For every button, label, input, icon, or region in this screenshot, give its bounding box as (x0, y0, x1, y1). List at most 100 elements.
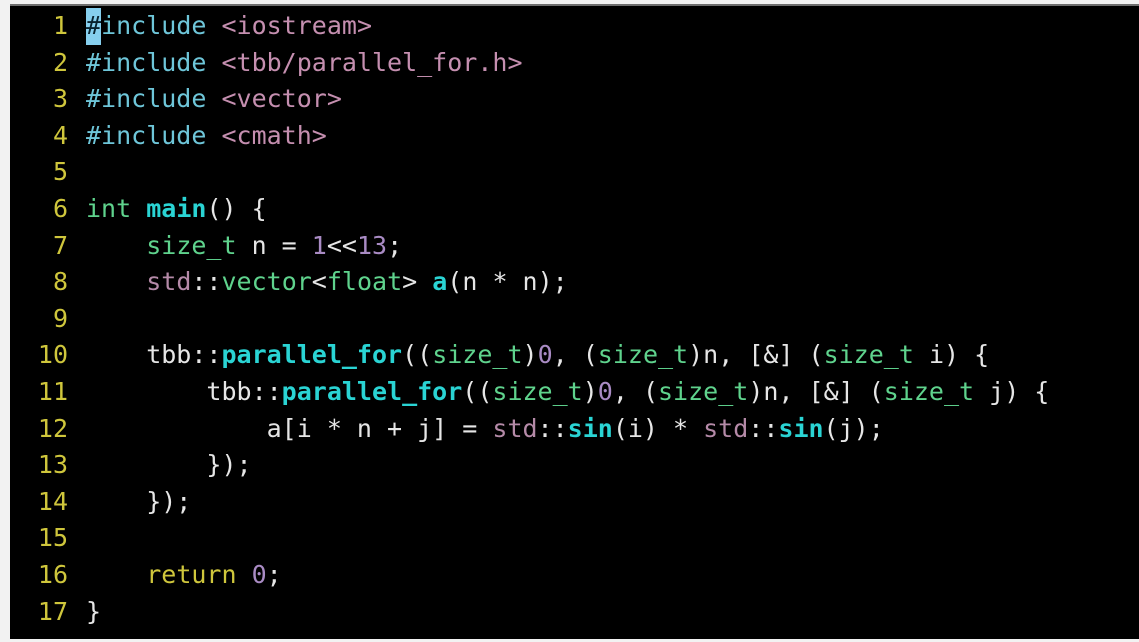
line-number: 14 (37, 486, 68, 516)
code-line[interactable]: 16 return 0; (10, 557, 1139, 594)
code-token: parallel_for (221, 340, 403, 370)
code-line-text[interactable]: #include <cmath> (68, 118, 327, 155)
line-number: 5 (52, 157, 68, 187)
code-token: include (101, 11, 222, 40)
code-line[interactable]: 14 }); (10, 484, 1139, 521)
code-line[interactable]: 17} (10, 594, 1139, 631)
code-token: )n, [&] ( (748, 376, 884, 406)
code-line-text[interactable]: std::vector<float> a(n * n); (68, 264, 568, 301)
code-line[interactable]: 5 (10, 154, 1139, 191)
code-line[interactable]: 12 a[i * n + j] = std::sin(i) * std::sin… (10, 411, 1139, 448)
code-line[interactable]: 13 }); (10, 447, 1139, 484)
code-line[interactable]: 11 tbb::parallel_for((size_t)0, (size_t)… (10, 374, 1139, 411)
code-line[interactable]: 7 size_t n = 1<<13; (10, 228, 1139, 265)
code-token: )n, [&] ( (688, 340, 824, 370)
code-token: <tbb/parallel_for.h> (221, 47, 523, 77)
code-line-text[interactable]: #include <tbb/parallel_for.h> (68, 45, 523, 82)
line-number: 6 (52, 193, 68, 223)
code-content[interactable]: 1 #include <iostream> 2 #include <tbb/paral… (10, 6, 1139, 630)
code-token: << (326, 230, 357, 260)
line-number: 3 (52, 84, 68, 114)
code-line-text[interactable]: size_t n = 1<<13; (68, 228, 402, 265)
code-line-text[interactable]: } (68, 594, 101, 631)
code-line-text[interactable]: tbb::parallel_for((size_t)0, (size_t)n, … (68, 374, 1049, 411)
code-token: () { (206, 193, 267, 223)
code-token: }); (86, 486, 192, 516)
code-token: (n * n); (447, 267, 568, 297)
code-token: sin (778, 413, 824, 443)
code-token: main (146, 193, 207, 223)
code-token: ; (266, 559, 282, 589)
line-number: 1 (52, 11, 68, 40)
code-token: <iostream> (221, 11, 372, 40)
line-number: 17 (37, 596, 68, 626)
code-line-text[interactable]: return 0; (68, 557, 282, 594)
code-token: } (86, 596, 102, 626)
code-line[interactable]: 15 (10, 520, 1139, 557)
code-line-text[interactable]: #include <vector> (68, 81, 342, 118)
code-token: , ( (552, 340, 598, 370)
code-token: return (146, 559, 237, 589)
code-token: 13 (356, 230, 388, 260)
code-token: (i) * (612, 413, 704, 443)
code-line[interactable]: 3 #include <vector> (10, 81, 1139, 118)
code-token: a (432, 267, 448, 297)
code-token: > (402, 267, 433, 297)
code-token: 0 (537, 340, 553, 370)
code-token: parallel_for (281, 376, 463, 406)
code-line-text[interactable]: #include <iostream> (68, 8, 372, 45)
code-token: j) { (974, 376, 1050, 406)
code-token: i) { (913, 340, 990, 370)
code-token: }); (86, 450, 252, 480)
code-line-text[interactable]: }); (68, 484, 191, 521)
line-number: 8 (52, 267, 68, 297)
code-token: < (311, 267, 327, 297)
code-token: #include (86, 47, 222, 77)
code-line[interactable]: 4 #include <cmath> (10, 118, 1139, 155)
line-number: 11 (37, 376, 68, 406)
code-token: :: (748, 413, 779, 443)
code-token: <cmath> (221, 120, 327, 150)
code-token: tbb:: (86, 376, 282, 406)
code-token: n = (236, 230, 312, 260)
code-token: , ( (612, 376, 658, 406)
code-token: ) (582, 376, 598, 406)
code-token: std (146, 267, 192, 297)
code-line-text[interactable]: a[i * n + j] = std::sin(i) * std::sin(j)… (68, 411, 884, 448)
code-token: size_t (823, 340, 914, 370)
line-number: 12 (37, 413, 68, 443)
code-line-text[interactable]: }); (68, 447, 252, 484)
code-line-text[interactable]: int main() { (68, 191, 267, 228)
line-number: 2 (52, 47, 68, 77)
code-token: ; (387, 230, 403, 260)
code-token: size_t (883, 376, 975, 406)
code-line[interactable]: 10 tbb::parallel_for((size_t)0, (size_t)… (10, 337, 1139, 374)
code-token: (( (462, 376, 493, 406)
code-editor-surface[interactable]: 1 #include <iostream> 2 #include <tbb/paral… (10, 4, 1139, 639)
code-line[interactable]: 8 std::vector<float> a(n * n); (10, 264, 1139, 301)
code-line[interactable]: 1 #include <iostream> (10, 8, 1139, 45)
code-token: 0 (251, 559, 267, 589)
line-number: 16 (37, 559, 68, 589)
code-line[interactable]: 6 int main() { (10, 191, 1139, 228)
code-token: std (703, 413, 749, 443)
line-number: 10 (37, 340, 68, 370)
code-line-text[interactable]: tbb::parallel_for((size_t)0, (size_t)n, … (68, 337, 989, 374)
code-token: size_t (146, 230, 237, 260)
text-cursor: # (86, 8, 102, 45)
code-token: #include (86, 120, 222, 150)
code-line[interactable]: 2 #include <tbb/parallel_for.h> (10, 45, 1139, 82)
code-token: (( (402, 340, 433, 370)
code-token: vector (221, 267, 312, 297)
code-line[interactable]: 9 (10, 301, 1139, 338)
code-token: #include (86, 84, 222, 114)
code-token: :: (537, 413, 568, 443)
code-token: size_t (432, 340, 523, 370)
line-number: 15 (37, 523, 68, 553)
line-number: 7 (52, 230, 68, 260)
code-token: 0 (597, 376, 613, 406)
